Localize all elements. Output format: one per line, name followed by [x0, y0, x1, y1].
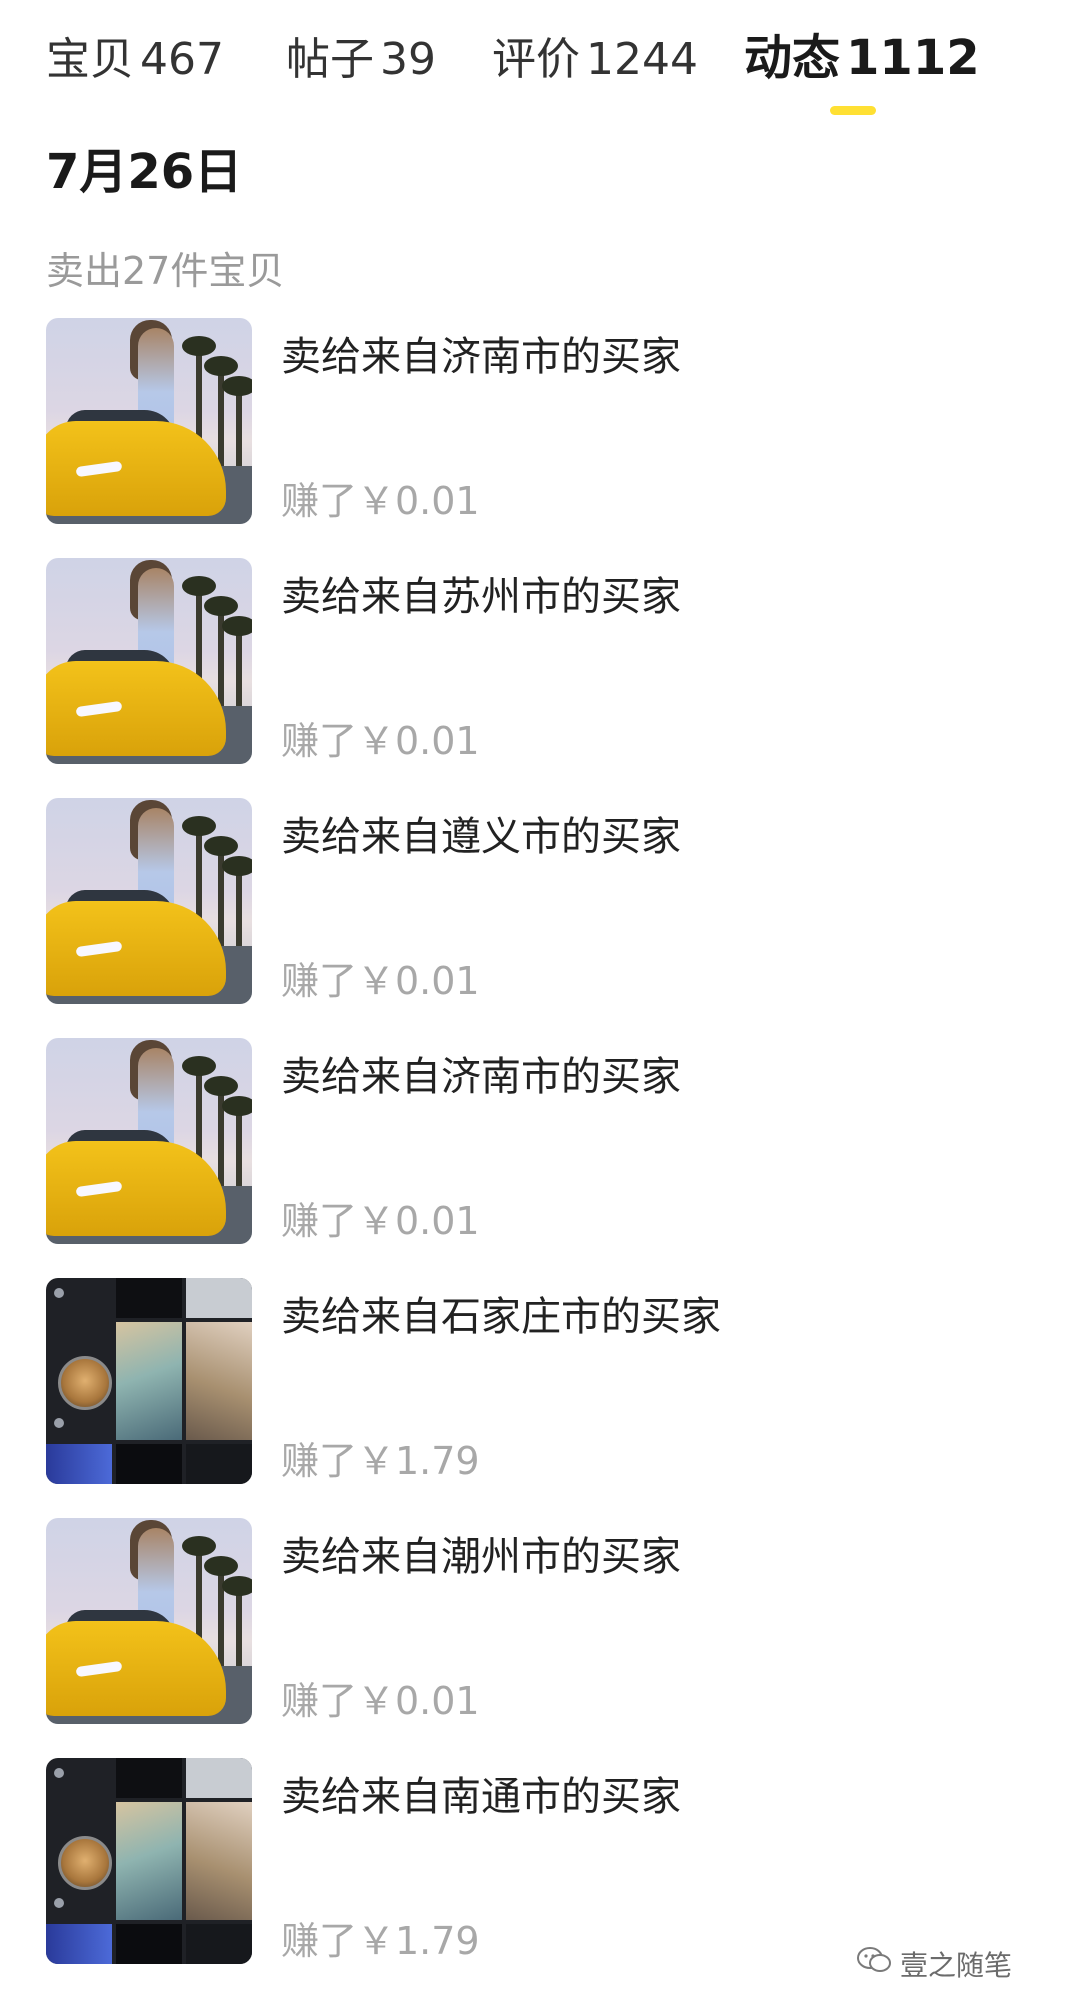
- item-title: 卖给来自济南市的买家: [281, 334, 681, 380]
- tab-label: 帖子: [286, 34, 374, 85]
- product-thumbnail[interactable]: [46, 1758, 252, 1964]
- item-earning: 赚了￥0.01: [281, 719, 480, 763]
- list-item[interactable]: 卖给来自潮州市的买家 赚了￥0.01: [0, 1518, 1080, 1724]
- product-thumbnail[interactable]: [46, 318, 252, 524]
- item-title: 卖给来自潮州市的买家: [281, 1534, 681, 1580]
- date-header: 7月26日: [46, 144, 243, 200]
- item-title: 卖给来自南通市的买家: [281, 1774, 681, 1820]
- product-thumbnail[interactable]: [46, 1278, 252, 1484]
- tab-label: 宝贝: [46, 34, 134, 85]
- tab-count: 39: [380, 34, 436, 85]
- active-tab-indicator: [830, 106, 876, 115]
- product-thumbnail[interactable]: [46, 1518, 252, 1724]
- item-earning: 赚了￥1.79: [281, 1439, 480, 1483]
- tab-count: 467: [140, 34, 224, 85]
- product-thumbnail[interactable]: [46, 798, 252, 1004]
- item-earning: 赚了￥0.01: [281, 479, 480, 523]
- item-title: 卖给来自济南市的买家: [281, 1054, 681, 1100]
- tab-count: 1112: [846, 30, 980, 86]
- list-item[interactable]: 卖给来自遵义市的买家 赚了￥0.01: [0, 798, 1080, 1004]
- item-title: 卖给来自石家庄市的买家: [281, 1294, 721, 1340]
- wechat-icon: [857, 1947, 891, 1972]
- product-thumbnail[interactable]: [46, 1038, 252, 1244]
- product-thumbnail[interactable]: [46, 558, 252, 764]
- item-earning: 赚了￥0.01: [281, 1199, 480, 1243]
- tab-posts[interactable]: 帖子 39: [286, 28, 436, 92]
- list-item[interactable]: 卖给来自南通市的买家 赚了￥1.79: [0, 1758, 1080, 1964]
- list-item[interactable]: 卖给来自济南市的买家 赚了￥0.01: [0, 1038, 1080, 1244]
- item-title: 卖给来自苏州市的买家: [281, 574, 681, 620]
- tab-label: 动态: [744, 30, 841, 86]
- sold-count-label: 卖出27件宝贝: [46, 249, 285, 293]
- tab-reviews[interactable]: 评价 1244: [492, 28, 698, 92]
- item-title: 卖给来自遵义市的买家: [281, 814, 681, 860]
- tab-count: 1244: [586, 34, 698, 85]
- list-item[interactable]: 卖给来自济南市的买家 赚了￥0.01: [0, 318, 1080, 524]
- watermark-text: 壹之随笔: [900, 1949, 1013, 1982]
- tab-activity[interactable]: 动态 1112: [744, 26, 980, 90]
- item-earning: 赚了￥1.79: [281, 1919, 480, 1963]
- item-earning: 赚了￥0.01: [281, 959, 480, 1003]
- tab-label: 评价: [492, 34, 580, 85]
- tab-bar: 宝贝 467 帖子 39 评价 1244 动态 1112: [0, 0, 1080, 118]
- list-item[interactable]: 卖给来自石家庄市的买家 赚了￥1.79: [0, 1278, 1080, 1484]
- tab-items[interactable]: 宝贝 467: [46, 28, 224, 92]
- list-item[interactable]: 卖给来自苏州市的买家 赚了￥0.01: [0, 558, 1080, 764]
- item-earning: 赚了￥0.01: [281, 1679, 480, 1723]
- page: 宝贝 467 帖子 39 评价 1244 动态 1112 7月26日 卖出27件宝贝: [0, 0, 1080, 2008]
